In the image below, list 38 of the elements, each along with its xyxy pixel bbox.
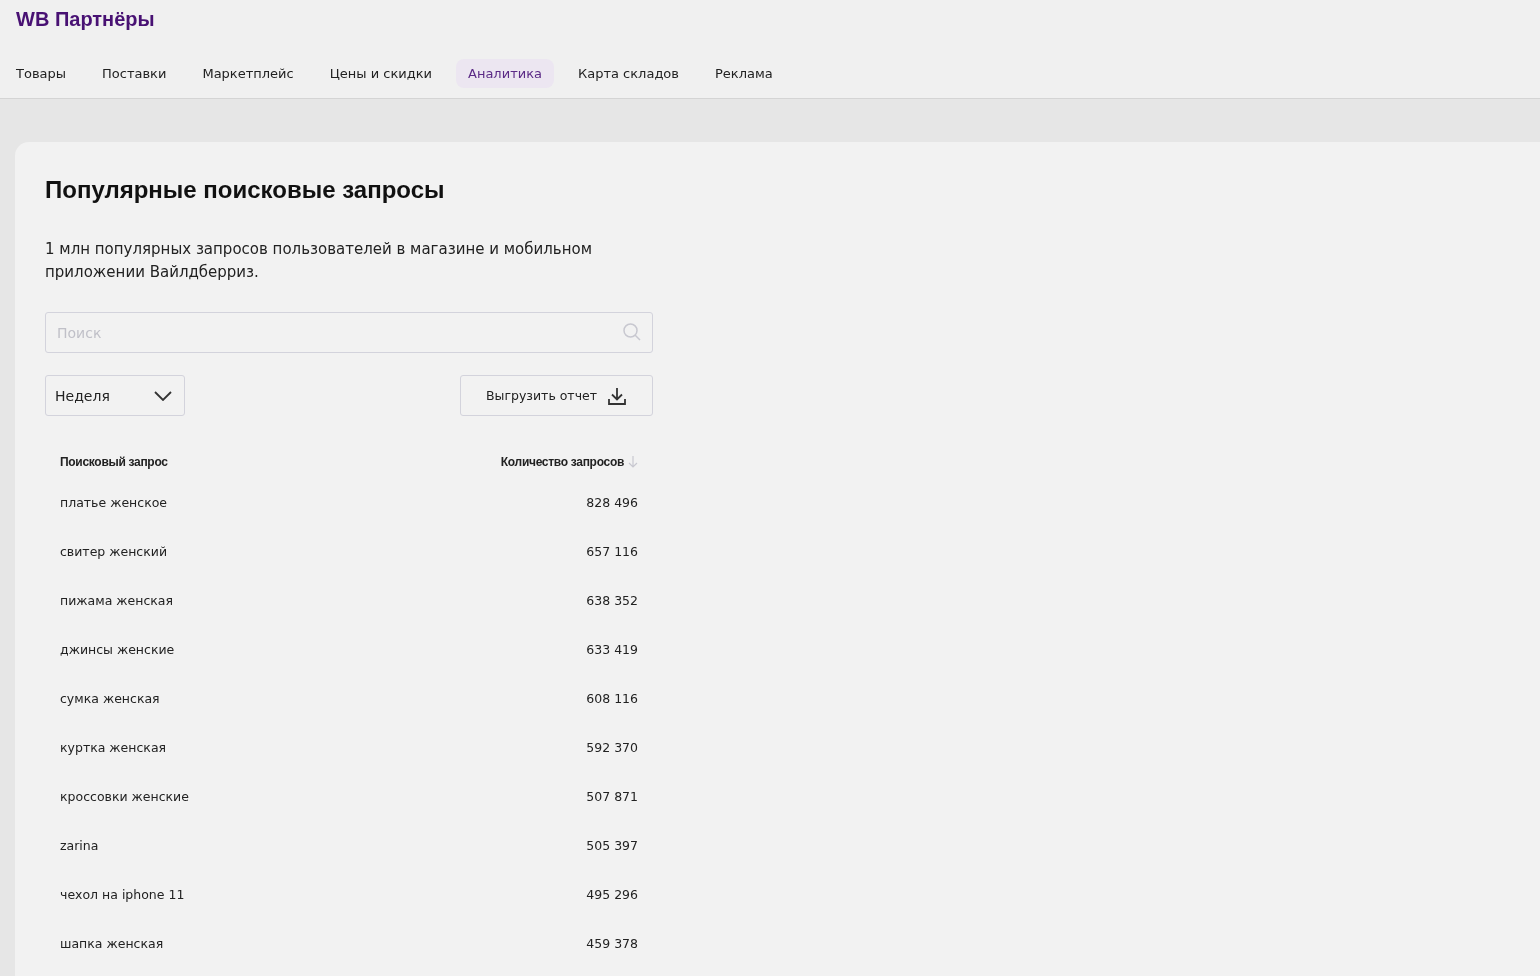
nav-tab[interactable]: Карта складов	[566, 59, 691, 88]
nav-tab[interactable]: Маркетплейс	[190, 59, 306, 88]
table-cell-text: куртка женская	[59, 739, 168, 757]
nav-tab[interactable]: Аналитика	[456, 59, 554, 88]
table-cell-text: платье женское	[59, 494, 169, 512]
table-cell-text: сумка женская	[59, 690, 161, 708]
table-cell-text: свитер женский	[59, 543, 169, 561]
table-cell-text: джинсы женские	[59, 641, 176, 659]
column-header[interactable]: Количество запросов	[500, 455, 624, 469]
table-cell-text: кроссовки женские	[59, 788, 190, 806]
table-cell-text: 592 370	[585, 739, 639, 757]
table-cell-text: zarina	[59, 837, 100, 855]
table-cell-text: пижама женская	[59, 592, 174, 610]
table-cell-text: 505 397	[585, 837, 639, 855]
nav-tab[interactable]: Реклама	[703, 59, 785, 88]
table-cell-text: 638 352	[585, 592, 639, 610]
chevron-down-icon	[154, 390, 172, 401]
page-title: Популярные поисковые запросы	[45, 176, 445, 204]
table-cell-text: 507 871	[585, 788, 639, 806]
description-text: 1 млн популярных запросов пользователей в магазине и мобильном приложении Вайлдберриз.	[45, 239, 593, 283]
nav-tab[interactable]: Цены и скидки	[317, 59, 444, 88]
nav-tab[interactable]: Поставки	[90, 59, 179, 88]
table-cell-text: 459 378	[585, 935, 639, 953]
table-cell-text: 633 419	[585, 641, 639, 659]
table-cell-text: 828 496	[585, 494, 639, 512]
column-header: Поисковый запрос	[60, 455, 168, 469]
period-dropdown[interactable]: Неделя	[45, 375, 185, 416]
search-icon	[622, 322, 642, 342]
table-cell-text: шапка женская	[59, 935, 165, 953]
table-cell-text: чехол на iphone 11	[59, 886, 186, 904]
logo[interactable]: WB Партнёры	[16, 8, 155, 31]
table-cell-text: 495 296	[585, 886, 639, 904]
download-icon	[607, 385, 627, 406]
table-cell-text: 657 116	[585, 543, 639, 561]
export-button[interactable]: Выгрузить отчет	[460, 375, 653, 416]
arrow-down-icon[interactable]	[628, 456, 638, 468]
nav-tab[interactable]: Товары	[4, 59, 79, 88]
table-cell-text: 608 116	[585, 690, 639, 708]
